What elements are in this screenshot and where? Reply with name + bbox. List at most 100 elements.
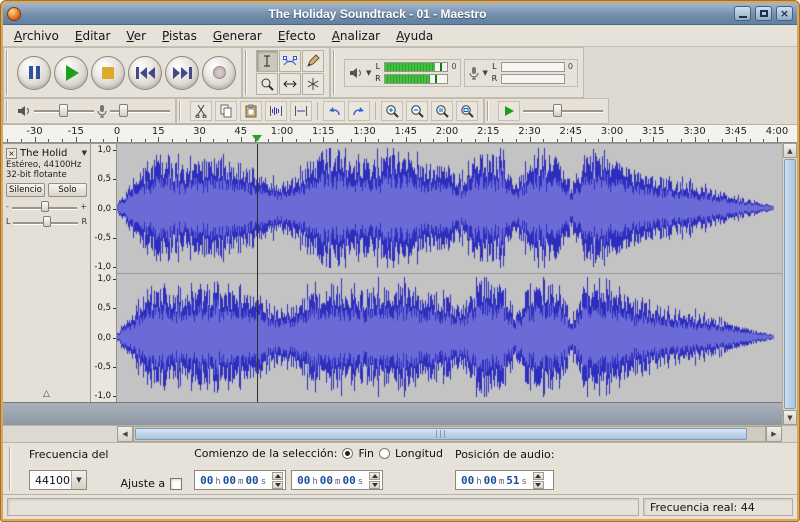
vertical-scroll-thumb[interactable] [784, 159, 796, 409]
scroll-right-icon[interactable]: ▶ [766, 426, 782, 442]
playback-meter[interactable]: ▼ L R 0 [344, 59, 461, 87]
vertical-scrollbar[interactable]: ▲ ▼ [782, 143, 797, 425]
menu-ver[interactable]: Ver [118, 25, 154, 46]
stereo-waveform[interactable] [117, 144, 782, 402]
horizontal-scroll-thumb[interactable] [135, 428, 747, 440]
spinner-icon[interactable] [533, 472, 544, 489]
skip-to-end-button[interactable] [165, 56, 199, 90]
pause-button[interactable] [17, 56, 51, 90]
stop-button[interactable] [91, 56, 125, 90]
meter-left-label: L [374, 62, 381, 71]
record-button[interactable] [202, 56, 236, 90]
combo-arrow-icon[interactable]: ▼ [71, 471, 86, 489]
toolbar-grip[interactable] [333, 50, 338, 95]
meter-right-label: R [374, 74, 381, 83]
maximize-button[interactable] [755, 6, 772, 21]
ruler-minor-tick [351, 139, 352, 142]
skip-to-start-button[interactable] [128, 56, 162, 90]
ruler-major-tick [653, 137, 654, 142]
menu-archivo[interactable]: Archivo [6, 25, 67, 46]
envelope-tool-button[interactable] [279, 50, 301, 72]
spinner-icon[interactable] [272, 472, 283, 489]
undo-button[interactable] [323, 101, 345, 121]
menu-ayuda[interactable]: Ayuda [388, 25, 441, 46]
waveform-view[interactable] [117, 144, 782, 402]
slider-thumb[interactable] [119, 104, 128, 117]
redo-button[interactable] [348, 101, 370, 121]
copy-button[interactable] [215, 101, 237, 121]
fit-project-button[interactable] [456, 101, 478, 121]
selection-tool-button[interactable] [256, 50, 278, 72]
playback-meter-bars: L R [374, 62, 448, 84]
pan-slider[interactable] [13, 215, 78, 229]
toolbar-grip[interactable] [245, 50, 250, 95]
output-volume-slider[interactable] [34, 103, 94, 119]
toolbar-grip[interactable] [487, 101, 492, 121]
timeline-ruler[interactable]: -30-1501530451:001:151:301:452:002:152:3… [3, 125, 797, 143]
play-speed-slider[interactable] [523, 103, 603, 119]
vertical-ruler-label: 0,0 [97, 204, 111, 214]
draw-tool-button[interactable] [302, 50, 324, 72]
ruler-major-tick [323, 137, 324, 142]
snap-checkbox[interactable] [170, 478, 182, 490]
menu-efecto[interactable]: Efecto [270, 25, 324, 46]
slider-thumb[interactable] [41, 201, 49, 212]
empty-track-space[interactable] [3, 403, 782, 425]
toolbar-grip[interactable] [9, 447, 14, 490]
spinner-icon[interactable] [369, 472, 380, 489]
scroll-left-icon[interactable]: ◀ [117, 426, 133, 442]
multi-tool-button[interactable] [302, 73, 324, 95]
menu-generar[interactable]: Generar [205, 25, 270, 46]
playhead-triangle-icon[interactable] [252, 135, 262, 142]
radio-end[interactable] [342, 448, 353, 459]
scroll-down-icon[interactable]: ▼ [783, 410, 797, 425]
cut-button[interactable] [190, 101, 212, 121]
mute-button[interactable]: Silencio [6, 183, 45, 197]
menu-pistas[interactable]: Pistas [154, 25, 205, 46]
meter-dropdown-icon[interactable]: ▼ [366, 69, 371, 77]
vertical-ruler-label: -1,0 [94, 391, 111, 401]
menu-editar[interactable]: Editar [67, 25, 119, 46]
toolbar-grip[interactable] [6, 101, 11, 121]
slider-thumb[interactable] [43, 216, 51, 227]
selection-end-field[interactable]: 00h00m00s [291, 470, 383, 490]
track-collapse-icon[interactable]: △ [6, 389, 87, 400]
input-volume-slider[interactable] [110, 103, 170, 119]
horizontal-scrollbar[interactable] [133, 426, 766, 442]
zoom-in-button[interactable] [381, 101, 403, 121]
toolbar-grip[interactable] [6, 50, 11, 95]
recording-meter[interactable]: ▼ L R 0 [464, 59, 577, 87]
vertical-ruler[interactable]: 1,00,50,0-0,5-1,01,00,50,0-0,5-1,0 [91, 144, 117, 402]
ruler-major-tick [612, 137, 613, 142]
play-button[interactable] [54, 56, 88, 90]
zoom-tool-button[interactable] [256, 73, 278, 95]
selection-start-field[interactable]: 00h00m00s [194, 470, 286, 490]
slider-thumb[interactable] [59, 104, 68, 117]
vertical-ruler-tick [113, 150, 116, 151]
slider-thumb[interactable] [553, 104, 562, 117]
zoom-out-button[interactable] [406, 101, 428, 121]
audio-position-field[interactable]: 00h00m51s [455, 470, 555, 490]
track-close-button[interactable]: × [6, 148, 17, 159]
meter-dropdown-icon[interactable]: ▼ [482, 69, 487, 77]
close-button[interactable]: × [776, 6, 793, 21]
fit-selection-button[interactable] [431, 101, 453, 121]
menu-analizar[interactable]: Analizar [324, 25, 388, 46]
paste-button[interactable] [240, 101, 262, 121]
play-at-speed-button[interactable] [498, 101, 520, 121]
project-rate-combo[interactable]: 44100 ▼ [29, 470, 87, 490]
title-bar[interactable]: The Holiday Soundtrack - 01 - Maestro × [3, 3, 797, 25]
rate-value: 44100 [35, 474, 70, 487]
vertical-ruler-tick [113, 209, 116, 210]
gain-slider[interactable] [12, 200, 77, 214]
solo-button[interactable]: Solo [48, 183, 87, 197]
silence-button[interactable] [290, 101, 312, 121]
ruler-minor-tick [62, 139, 63, 142]
timeshift-tool-button[interactable] [279, 73, 301, 95]
minimize-button[interactable] [734, 6, 751, 21]
toolbar-grip[interactable] [179, 101, 184, 121]
radio-length[interactable] [379, 448, 390, 459]
scroll-up-icon[interactable]: ▲ [783, 143, 797, 158]
track-menu-dropdown-icon[interactable]: ▼ [82, 149, 87, 157]
trim-button[interactable] [265, 101, 287, 121]
